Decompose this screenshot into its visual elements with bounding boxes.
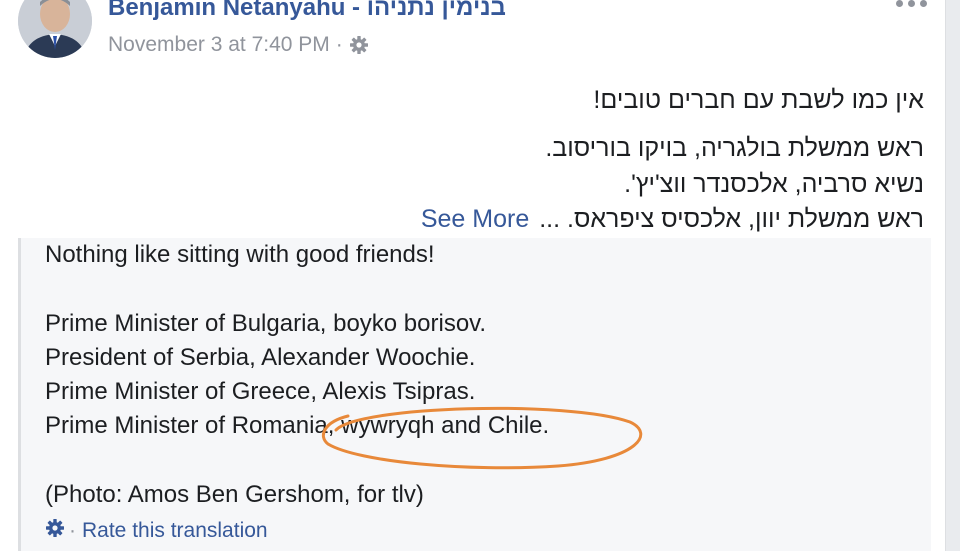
page-name-link[interactable]: Benjamin Netanyahu - בנימין נתניהו (108, 0, 506, 22)
translation-line: Nothing like sitting with good friends! (45, 241, 435, 268)
translation-line: Prime Minister of Greece, Alexis Tsipras… (45, 378, 476, 405)
translation-box: Nothing like sitting with good friends! … (18, 238, 931, 551)
more-dot (908, 0, 915, 7)
translation-line: (Photo: Amos Ben Gershom, for tlv) (45, 481, 424, 508)
avatar[interactable] (18, 0, 92, 58)
translation-line: President of Serbia, Alexander Woochie. (45, 344, 476, 371)
post-meta: November 3 at 7:40 PM · (108, 33, 369, 57)
original-line: נשיא סרביה, אלכסנדר ווצ'יץ'. (624, 170, 924, 198)
more-options-icon[interactable] (890, 0, 934, 14)
post-timestamp[interactable]: November 3 at 7:40 PM (108, 33, 330, 57)
translation-line: Prime Minister of Romania, wywryqh and C… (45, 412, 550, 439)
translation-line: Prime Minister of Bulgaria, boyko boriso… (45, 310, 487, 337)
gear-icon[interactable] (45, 518, 65, 544)
original-line: אין כמו לשבת עם חברים טובים! (593, 86, 924, 114)
more-dot (896, 0, 903, 7)
original-line: ראש ממשלת יוון, אלכסיס ציפראס. ... (539, 205, 924, 233)
gear-icon[interactable] (349, 35, 369, 55)
see-more-link[interactable]: See More (421, 205, 529, 233)
rate-separator: · (69, 519, 76, 542)
original-line: ראש ממשלת בולגריה, בויקו בוריסוב. (545, 134, 924, 162)
scroll-edge (945, 0, 960, 551)
rate-translation-link[interactable]: Rate this translation (82, 519, 268, 543)
rate-translation: · Rate this translation (45, 518, 268, 544)
profile-photo-icon (18, 0, 92, 58)
original-line-last: ראש ממשלת יוון, אלכסיס ציפראס. ... See Mo… (421, 205, 924, 234)
more-dot (920, 0, 927, 7)
meta-separator: · (335, 33, 343, 56)
